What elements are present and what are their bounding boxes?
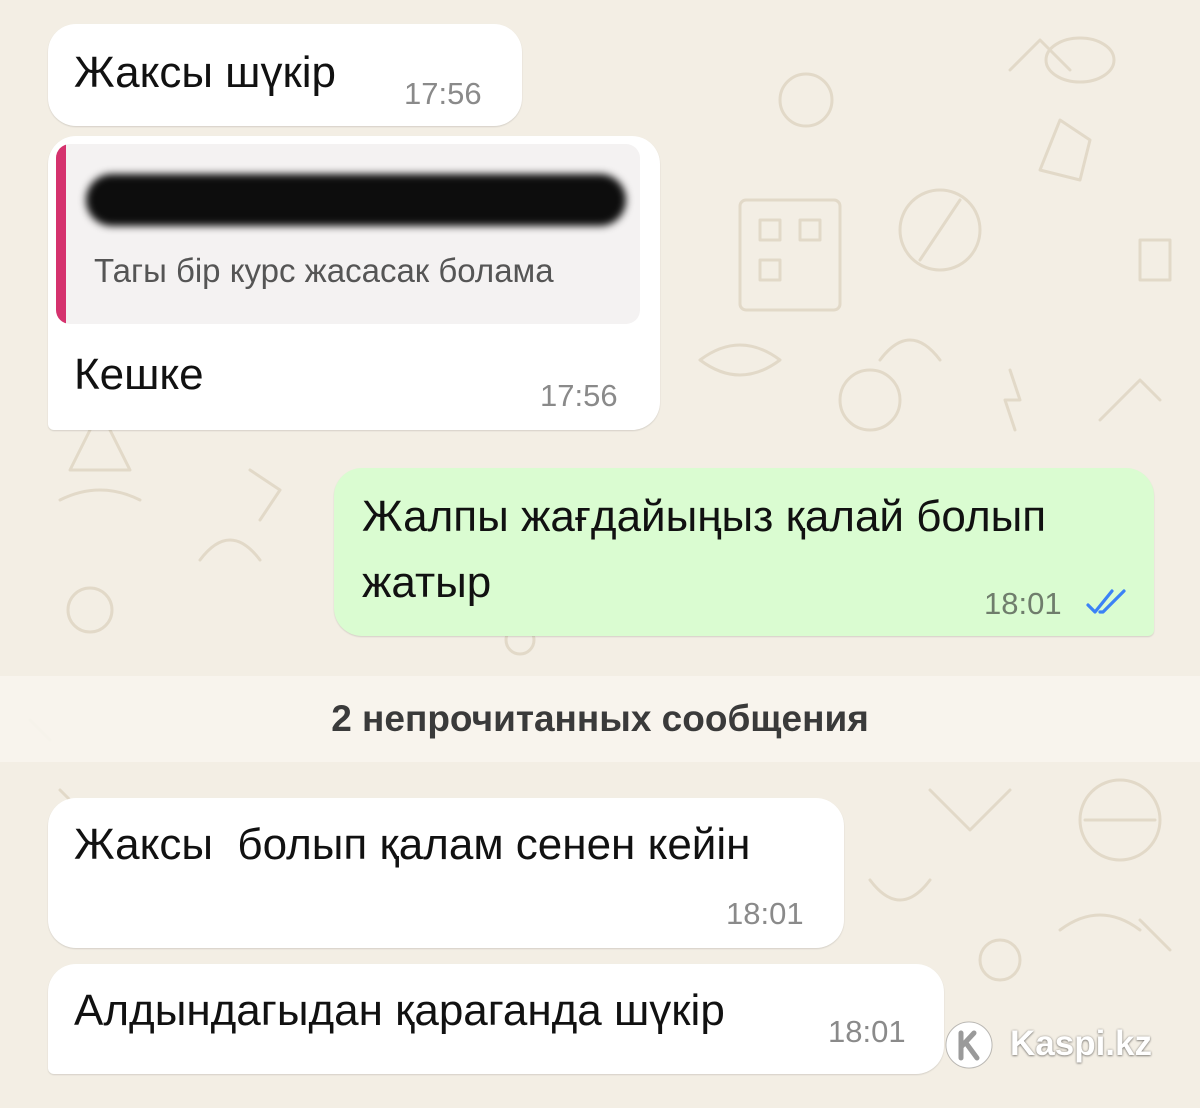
unread-messages-separator: 2 непрочитанных сообщения bbox=[0, 676, 1200, 762]
message-text: Жаксы шүкір bbox=[74, 48, 336, 97]
reply-quote-text: Тагы бір курс жасасак болама bbox=[94, 252, 554, 289]
incoming-message-bubble[interactable]: Жаксы шүкір 17:56 bbox=[48, 24, 522, 126]
outgoing-message-bubble[interactable]: Жалпы жағдайыңыз қалай болып жатыр 18:01 bbox=[334, 468, 1154, 636]
double-check-icon bbox=[1086, 589, 1126, 614]
redacted-sender-name bbox=[86, 174, 626, 226]
unread-messages-label: 2 непрочитанных сообщения bbox=[331, 698, 869, 739]
reply-quote[interactable]: Тагы бір курс жасасак болама bbox=[56, 144, 640, 324]
message-timestamp: 18:01 bbox=[984, 586, 1062, 621]
message-text: Кешке bbox=[74, 350, 204, 399]
message-timestamp: 18:01 bbox=[828, 1014, 906, 1049]
watermark-text: Kaspi.kz bbox=[1010, 1024, 1152, 1063]
message-timestamp: 17:56 bbox=[404, 76, 482, 111]
message-text: Алдындагыдан қараганда шүкір bbox=[74, 986, 725, 1035]
incoming-message-bubble[interactable]: Алдындагыдан қараганда шүкір 18:01 bbox=[48, 964, 944, 1074]
message-timestamp: 18:01 bbox=[726, 896, 804, 931]
message-text-line-2: жатыр bbox=[362, 558, 492, 607]
message-text-line-1: Жалпы жағдайыңыз қалай болып bbox=[362, 492, 1047, 541]
message-timestamp: 17:56 bbox=[540, 378, 618, 413]
message-text: Жаксы болып қалам сенен кейін bbox=[74, 820, 751, 869]
kaspi-logo-icon bbox=[945, 1021, 993, 1069]
kaspi-watermark: Kaspi.kz bbox=[944, 1018, 1174, 1072]
incoming-message-bubble[interactable]: Тагы бір курс жасасак болама Кешке 17:56 bbox=[48, 136, 660, 430]
incoming-message-bubble[interactable]: Жаксы болып қалам сенен кейін 18:01 bbox=[48, 798, 844, 948]
reply-quote-accent-bar bbox=[56, 144, 66, 324]
